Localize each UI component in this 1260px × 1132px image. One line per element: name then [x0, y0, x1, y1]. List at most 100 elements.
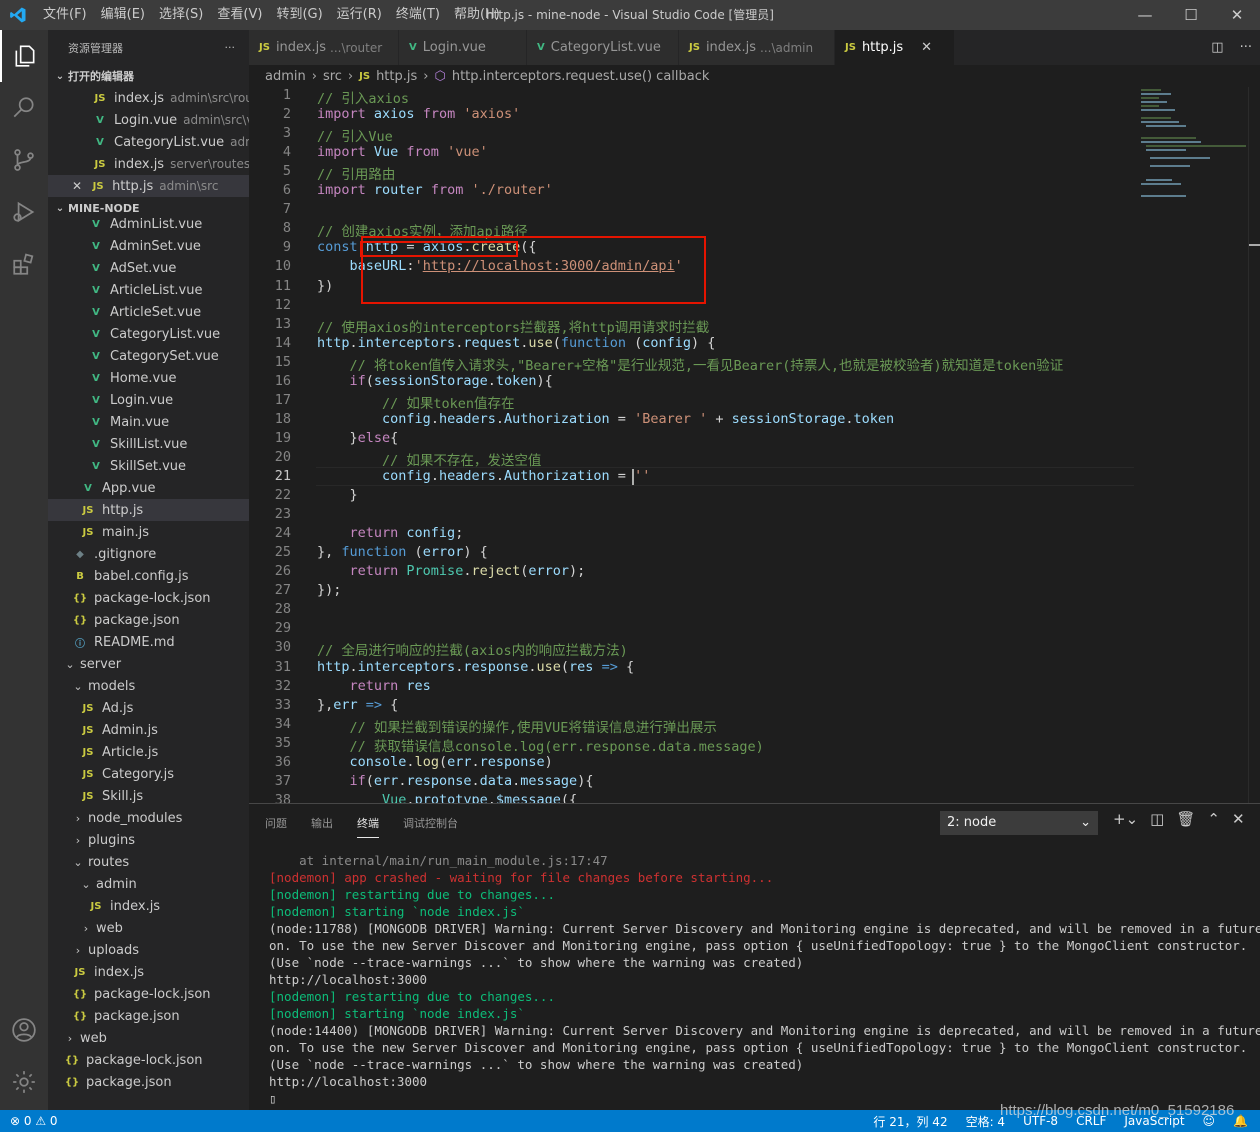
extensions-icon[interactable] — [0, 238, 48, 290]
tree-item[interactable]: V AdminList.vue — [48, 213, 249, 235]
settings-gear-icon[interactable] — [0, 1056, 48, 1108]
tree-item[interactable]: JS Admin.js — [48, 719, 249, 741]
tree-item[interactable]: › web — [48, 917, 249, 939]
account-icon[interactable] — [0, 1004, 48, 1056]
notifications-icon[interactable]: 🔔 — [1233, 1114, 1248, 1128]
tree-item[interactable]: › uploads — [48, 939, 249, 961]
tree-item[interactable]: ◆ .gitignore — [48, 543, 249, 565]
tree-item[interactable]: {} package-lock.json — [48, 983, 249, 1005]
minimize-button[interactable]: — — [1122, 0, 1168, 30]
close-icon[interactable]: ✕ — [72, 179, 82, 193]
code-token: sessionStorage — [731, 410, 846, 427]
tree-item[interactable]: ⌄ admin — [48, 873, 249, 895]
tree-item[interactable]: › node_modules — [48, 807, 249, 829]
more-actions-icon[interactable]: ··· — [1240, 40, 1252, 55]
tree-item[interactable]: JS Category.js — [48, 763, 249, 785]
tree-item[interactable]: V Home.vue — [48, 367, 249, 389]
tree-item[interactable]: › web — [48, 1027, 249, 1049]
problems-count[interactable]: ⊗ 0 ⚠ 0 — [0, 1114, 58, 1128]
tree-item[interactable]: V Login.vue — [48, 389, 249, 411]
code-token: => — [365, 696, 391, 713]
menu-item[interactable]: 文件(F) — [36, 0, 94, 30]
tree-item[interactable]: V AdminSet.vue — [48, 235, 249, 257]
open-editor-item[interactable]: V CategoryList.vue admi... — [48, 131, 249, 153]
js-file-icon[interactable]: JS — [359, 71, 370, 82]
panel-tab[interactable]: 输出 — [311, 809, 333, 837]
tree-item[interactable]: ⌄ routes — [48, 851, 249, 873]
breadcrumb-item[interactable]: admin — [265, 69, 306, 84]
tree-item[interactable]: JS index.js — [48, 961, 249, 983]
open-editor-item[interactable]: ✕ JS http.js admin\src — [48, 175, 249, 197]
tree-item[interactable]: V ArticleSet.vue — [48, 301, 249, 323]
more-actions-icon[interactable]: ··· — [225, 41, 236, 54]
minimap[interactable] — [1138, 87, 1248, 207]
open-editor-item[interactable]: V Login.vue admin\src\vi... — [48, 109, 249, 131]
tree-item[interactable]: JS Article.js — [48, 741, 249, 763]
maximize-button[interactable]: ☐ — [1168, 0, 1214, 30]
menu-item[interactable]: 编辑(E) — [94, 0, 152, 30]
explorer-icon[interactable] — [0, 30, 48, 82]
tree-item[interactable]: V Main.vue — [48, 411, 249, 433]
panel-tab[interactable]: 调试控制台 — [403, 809, 458, 837]
panel-tab[interactable]: 问题 — [265, 809, 287, 837]
tree-item[interactable]: JS index.js — [48, 895, 249, 917]
editor-tab[interactable]: JS index.js ...\router — [249, 30, 399, 65]
maximize-panel-icon[interactable]: ⌃ — [1207, 810, 1220, 828]
tree-item[interactable]: › plugins — [48, 829, 249, 851]
breadcrumb-item[interactable]: src — [323, 69, 342, 84]
menu-item[interactable]: 选择(S) — [152, 0, 210, 30]
cursor-position[interactable]: 行 21，列 42 — [873, 1113, 947, 1130]
menu-item[interactable]: 帮助(H) — [447, 0, 507, 30]
vertical-scrollbar[interactable] — [1248, 87, 1260, 803]
open-editor-item[interactable]: JS index.js admin\src\router — [48, 87, 249, 109]
tree-item[interactable]: {} package.json — [48, 1005, 249, 1027]
watermark: https://blog.csdn.net/m0_51592186 — [1000, 1102, 1235, 1119]
tree-item[interactable]: JS Skill.js — [48, 785, 249, 807]
tree-item[interactable]: {} package.json — [48, 609, 249, 631]
tree-item[interactable]: {} package.json — [48, 1071, 249, 1093]
split-editor-icon[interactable]: ◫ — [1211, 40, 1223, 55]
open-editor-item[interactable]: JS index.js server\routes\a... — [48, 153, 249, 175]
tree-item[interactable]: JS Ad.js — [48, 697, 249, 719]
tree-item[interactable]: ⌄ server — [48, 653, 249, 675]
code-editor[interactable]: 1// 引入axios 2 import axios from 'axios' 3//… — [249, 87, 1260, 803]
tree-item[interactable]: V App.vue — [48, 477, 249, 499]
menu-item[interactable]: 运行(R) — [330, 0, 389, 30]
menu-item[interactable]: 查看(V) — [210, 0, 269, 30]
menu-item[interactable]: 终端(T) — [389, 0, 447, 30]
tree-item[interactable]: {} package-lock.json — [48, 1049, 249, 1071]
source-control-icon[interactable] — [0, 134, 48, 186]
tree-item[interactable]: ⌄ models — [48, 675, 249, 697]
tree-item[interactable]: V CategoryList.vue — [48, 323, 249, 345]
close-icon[interactable]: ✕ — [921, 40, 932, 55]
tree-item[interactable]: V SkillList.vue — [48, 433, 249, 455]
run-debug-icon[interactable] — [0, 186, 48, 238]
search-icon[interactable] — [0, 82, 48, 134]
editor-tab[interactable]: JS http.js ✕ — [835, 30, 955, 65]
new-terminal-icon[interactable]: +⌄ — [1113, 810, 1138, 828]
tree-item[interactable]: V CategorySet.vue — [48, 345, 249, 367]
tree-item[interactable]: JS main.js — [48, 521, 249, 543]
tree-item[interactable]: V SkillSet.vue — [48, 455, 249, 477]
tree-item[interactable]: ⓘ README.md — [48, 631, 249, 653]
method-icon[interactable]: ⬡ — [434, 69, 445, 84]
terminal-output[interactable]: at internal/main/run_main_module.js:17:4… — [269, 852, 1260, 1107]
breadcrumb-item[interactable]: http.interceptors.request.use() callback — [452, 69, 710, 84]
menu-item[interactable]: 转到(G) — [269, 0, 329, 30]
tree-item[interactable]: JS http.js — [48, 499, 249, 521]
editor-tab[interactable]: V Login.vue — [399, 30, 527, 65]
breadcrumb-item[interactable]: http.js — [376, 69, 417, 84]
tree-item[interactable]: Bbabel.config.js — [48, 565, 249, 587]
tree-item[interactable]: {} package-lock.json — [48, 587, 249, 609]
editor-tab[interactable]: JS index.js ...\admin — [679, 30, 835, 65]
terminal-select[interactable]: 2: node ⌄ — [940, 811, 1098, 835]
close-panel-icon[interactable]: ✕ — [1232, 810, 1245, 828]
trash-icon[interactable]: 🗑 — [1176, 810, 1195, 828]
open-editors-section[interactable]: ⌄ 打开的编辑器 — [48, 65, 249, 87]
split-terminal-icon[interactable]: ◫ — [1150, 810, 1164, 828]
editor-tab[interactable]: V CategoryList.vue — [527, 30, 679, 65]
tree-item[interactable]: V ArticleList.vue — [48, 279, 249, 301]
close-window-button[interactable]: ✕ — [1214, 0, 1260, 30]
tree-item[interactable]: V AdSet.vue — [48, 257, 249, 279]
panel-tab[interactable]: 终端 — [357, 809, 379, 838]
